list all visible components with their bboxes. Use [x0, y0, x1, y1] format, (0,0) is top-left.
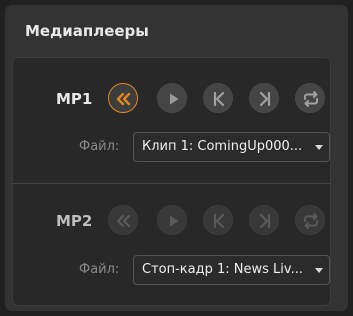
mp1-next-frame-button[interactable] — [249, 83, 279, 113]
mp1-file-value: Клип 1: ComingUp000... — [142, 139, 303, 154]
mp1-file-label: Файл: — [79, 139, 120, 154]
mp2-file-label: Файл: — [79, 262, 120, 277]
mp2-next-frame-button[interactable] — [249, 205, 279, 235]
rewind-icon — [116, 214, 131, 228]
play-icon — [170, 215, 179, 227]
rewind-icon — [116, 92, 131, 106]
panel-title: Медиаплееры — [25, 22, 149, 40]
mp2-file-value: Стоп-кадр 1: News Liv... — [142, 262, 303, 277]
divider — [12, 183, 331, 184]
mp1-label: MP1 — [56, 90, 93, 108]
loop-icon — [304, 213, 318, 229]
mp2-previous-frame-button[interactable] — [203, 205, 233, 235]
previous-frame-icon — [213, 91, 225, 107]
next-frame-icon — [259, 213, 271, 229]
mp2-loop-button[interactable] — [295, 205, 325, 235]
mp2-label: MP2 — [56, 212, 93, 230]
mp2-play-button[interactable] — [157, 205, 187, 235]
play-icon — [170, 93, 179, 105]
mp1-file-dropdown[interactable]: Клип 1: ComingUp000... — [133, 132, 330, 162]
caret-down-icon — [315, 268, 323, 273]
caret-down-icon — [315, 145, 323, 150]
next-frame-icon — [259, 91, 271, 107]
mp1-loop-button[interactable] — [295, 83, 325, 113]
previous-frame-icon — [213, 213, 225, 229]
mp2-rewind-button[interactable] — [108, 205, 138, 235]
mp2-file-dropdown[interactable]: Стоп-кадр 1: News Liv... — [133, 255, 330, 285]
mp1-play-button[interactable] — [157, 83, 187, 113]
mp1-rewind-button[interactable] — [108, 83, 138, 113]
mp1-previous-frame-button[interactable] — [203, 83, 233, 113]
loop-icon — [304, 91, 318, 107]
